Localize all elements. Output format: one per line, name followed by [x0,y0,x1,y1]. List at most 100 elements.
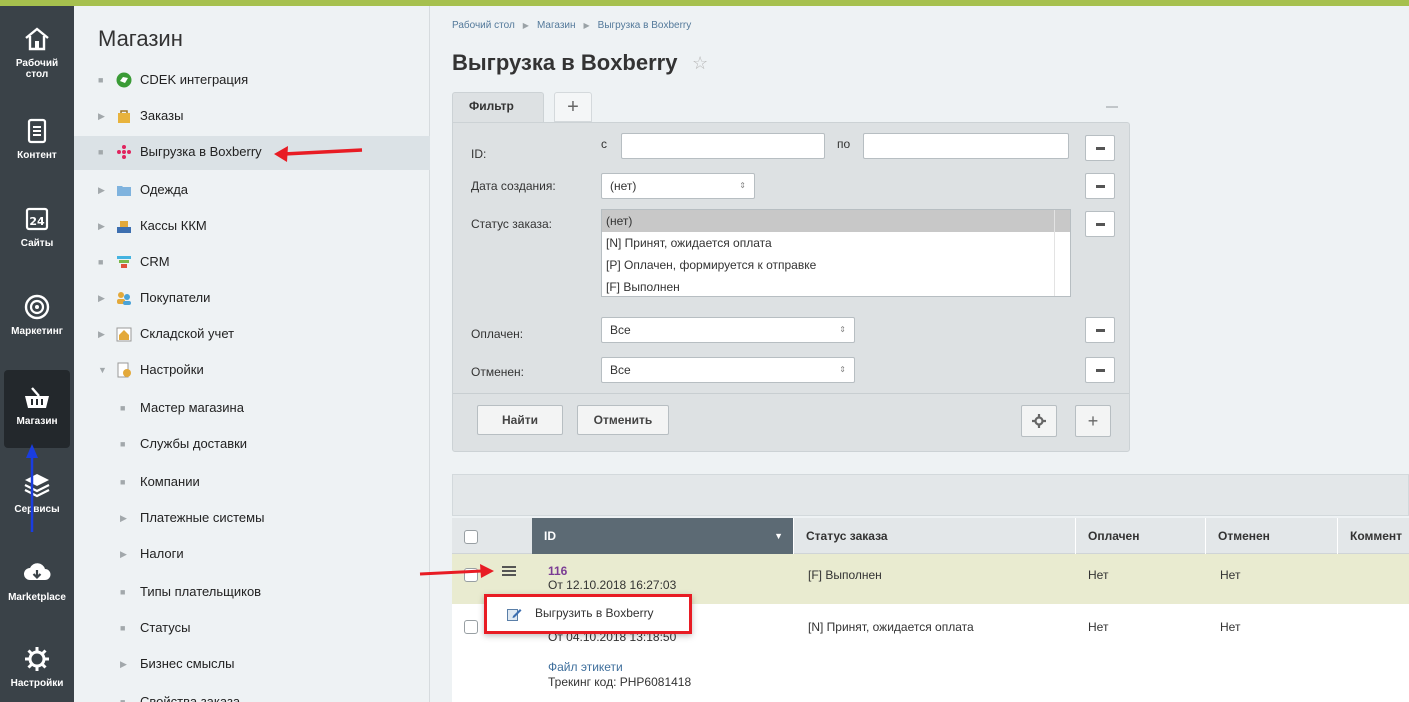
expand-arrow-icon: ▶ [98,221,105,231]
column-header-paid[interactable]: Оплачен [1076,518,1206,554]
left-icon-nav: Рабочий стол Контент 24 Сайты Маркетинг … [0,6,74,702]
select-arrows-icon: ⇕ [739,181,746,190]
menu-item-business-meanings[interactable]: ▶ Бизнес смыслы [74,648,430,680]
column-header-status[interactable]: Статус заказа [794,518,1076,554]
expand-arrow-icon: ▶ [120,659,127,669]
expand-arrow-icon: ▶ [98,185,105,195]
nav-marketplace[interactable]: Marketplace [0,558,74,603]
grid-toolbar [452,474,1409,516]
shopping-bag-icon [118,110,130,123]
menu-item-boxberry-export[interactable]: ■ Выгрузка в Boxberry [74,136,430,170]
label-file-link[interactable]: Файл этикети [548,660,623,674]
menu-item-shop-master[interactable]: ■ Мастер магазина [74,392,430,424]
filter-settings-button[interactable] [1021,405,1057,437]
breadcrumb-item[interactable]: Магазин [537,20,576,31]
column-header-comment[interactable]: Коммент [1338,518,1409,554]
red-annotation-arrow-icon [274,146,363,162]
id-from-input[interactable] [621,133,825,159]
divider [453,393,1129,394]
menu-item-crm[interactable]: ■ CRM [74,246,430,278]
breadcrumb-item[interactable]: Рабочий стол [452,20,515,31]
grid-header: ID ▼ Статус заказа Оплачен Отменен Комме… [452,518,1409,554]
nav-content[interactable]: Контент [0,116,74,161]
row-action-popup: Выгрузить в Boxberry [484,594,692,634]
tab-filter[interactable]: Фильтр [452,92,544,124]
paid-label: Оплачен: [471,327,524,341]
order-status-listbox[interactable]: (нет) [N] Принят, ожидается оплата [P] О… [601,209,1071,297]
order-paid: Нет [1088,620,1109,634]
nav-shop[interactable]: Магазин [4,370,70,448]
status-option[interactable]: [P] Оплачен, формируется к отправке [602,254,1070,276]
row-menu-icon[interactable] [502,566,516,576]
cancel-filter-button[interactable]: Отменить [577,405,669,435]
chevron-right-icon: ▶ [522,21,529,30]
red-annotation-arrow-icon [419,564,494,578]
row-checkbox[interactable] [464,620,478,634]
target-icon [24,294,50,320]
nav-sites-label: Сайты [20,238,54,249]
menu-item-companies[interactable]: ■ Компании [74,466,430,498]
menu-item-label: Одежда [140,182,189,197]
menu-item-kkm[interactable]: ▶ Кассы ККМ [74,210,430,242]
add-filter-field-button[interactable]: + [1075,405,1111,437]
menu-item-orders[interactable]: ▶ Заказы [74,100,430,132]
breadcrumb-item[interactable]: Выгрузка в Boxberry [598,20,692,31]
menu-item-payer-types[interactable]: ■ Типы плательщиков [74,576,430,608]
id-to-input[interactable] [863,133,1069,159]
menu-item-settings[interactable]: ▼ Настройки [74,354,430,386]
menu-item-label: Компании [140,474,200,489]
users-icon [117,292,131,305]
status-option[interactable]: (нет) [602,210,1070,232]
find-button[interactable]: Найти [477,405,563,435]
column-header-id[interactable]: ID ▼ [532,518,794,554]
menu-item-payment-systems[interactable]: ▶ Платежные системы [74,502,430,534]
export-to-boxberry-item[interactable]: Выгрузить в Boxberry [535,606,654,620]
favorite-star-icon[interactable]: ☆ [692,53,708,74]
nav-sites[interactable]: 24 Сайты [0,204,74,249]
menu-item-label: Налоги [140,546,184,561]
remove-created-filter-button[interactable] [1085,173,1115,199]
menu-item-order-props[interactable]: ■ Свойства заказа [74,686,430,702]
order-status: [F] Выполнен [808,568,882,582]
remove-canceled-filter-button[interactable] [1085,357,1115,383]
menu-item-delivery[interactable]: ■ Службы доставки [74,428,430,460]
basket-icon [25,387,49,408]
created-date-select[interactable]: (нет) ⇕ [601,173,755,199]
column-header-label: ID [544,529,556,543]
menu-title: Магазин [98,26,183,51]
menu-item-statuses[interactable]: ■ Статусы [74,612,430,644]
canceled-select[interactable]: Все ⇕ [601,357,855,383]
paid-select[interactable]: Все ⇕ [601,317,855,343]
bullet-icon: ■ [120,403,126,413]
menu-item-clothes[interactable]: ▶ Одежда [74,174,430,206]
remove-status-filter-button[interactable] [1085,211,1115,237]
home-icon [25,27,49,51]
remove-id-filter-button[interactable] [1085,135,1115,161]
menu-item-label: CDEK интеграция [140,72,249,87]
menu-item-label: Мастер магазина [140,400,244,415]
collapse-filter-icon[interactable] [1106,106,1118,108]
nav-settings[interactable]: Настройки [0,644,74,689]
add-filter-tab-button[interactable]: + [554,92,592,122]
bullet-icon: ■ [120,697,126,702]
remove-paid-filter-button[interactable] [1085,317,1115,343]
menu-item-cdek[interactable]: ■ CDEK интеграция [74,64,430,96]
select-arrows-icon: ⇕ [839,365,846,374]
select-all-checkbox[interactable] [464,530,478,544]
sort-down-icon: ▼ [774,531,783,541]
bullet-icon: ■ [120,477,126,487]
listbox-scrollbar[interactable] [1054,210,1070,296]
order-id-link[interactable]: 116 [548,564,567,578]
tracking-code: Трекинг код: PHP6081418 [548,675,692,689]
menu-item-taxes[interactable]: ▶ Налоги [74,538,430,570]
column-header-canceled[interactable]: Отменен [1206,518,1338,554]
status-option[interactable]: [N] Принят, ожидается оплата [602,232,1070,254]
expand-arrow-icon: ▶ [98,111,105,121]
nav-marketing[interactable]: Маркетинг [0,292,74,337]
status-option[interactable]: [F] Выполнен [602,276,1070,298]
order-status-label: Статус заказа: [471,217,553,231]
menu-item-customers[interactable]: ▶ Покупатели [74,282,430,314]
nav-desktop[interactable]: Рабочий стол [0,24,74,80]
order-canceled: Нет [1220,620,1241,634]
menu-item-warehouse[interactable]: ▶ Складской учет [74,318,430,350]
